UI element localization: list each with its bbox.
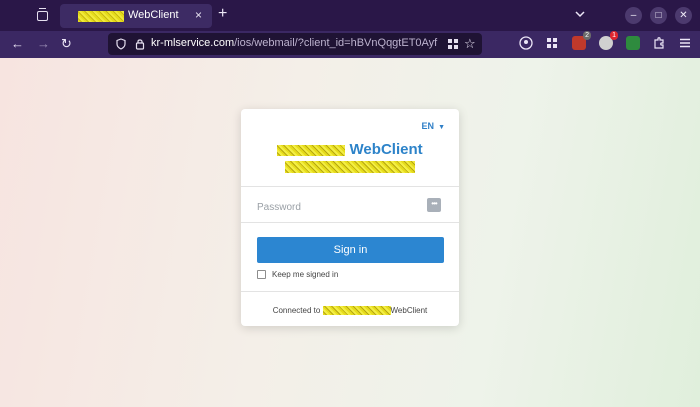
divider xyxy=(241,186,459,187)
tab-bar: WebClient × + – □ ✕ xyxy=(0,0,700,31)
url-bar[interactable]: kr-mlservice.com/ios/webmail/?client_id=… xyxy=(108,33,482,55)
divider xyxy=(241,222,459,223)
extension-badge: 2 xyxy=(583,31,591,40)
redacted-favicon xyxy=(78,11,124,22)
login-card: EN ▼ WebClient ••• Sign in Keep me signed… xyxy=(241,109,459,326)
url-path: /ios/webmail/?client_id=hBVnQqgtET0Ayf xyxy=(234,37,438,49)
sign-in-button[interactable]: Sign in xyxy=(257,237,444,263)
language-selector[interactable]: EN ▼ xyxy=(422,121,445,131)
reload-icon[interactable]: ↻ xyxy=(61,36,72,52)
shield-icon[interactable] xyxy=(116,38,126,50)
tab-title: WebClient xyxy=(128,9,179,21)
extension-badge: 1 xyxy=(610,31,618,40)
lock-icon[interactable] xyxy=(135,38,145,50)
key-icon[interactable]: ••• xyxy=(427,198,441,212)
connected-to-text: Connected to WebClient xyxy=(241,306,459,316)
account-icon[interactable] xyxy=(519,36,533,50)
puzzle-icon[interactable] xyxy=(652,36,666,50)
extension-icon-1[interactable]: 2 xyxy=(572,31,591,50)
nav-bar: ← → ↻ kr-mlservice.com/ios/webmail/?clie… xyxy=(0,31,700,58)
redacted-brand-name xyxy=(277,144,346,156)
star-icon[interactable]: ☆ xyxy=(464,36,476,52)
password-input[interactable] xyxy=(257,200,407,214)
url-text: kr-mlservice.com/ios/webmail/?client_id=… xyxy=(151,37,441,49)
keep-signed-in-option[interactable]: Keep me signed in xyxy=(257,270,338,279)
extension-icon-2[interactable]: 1 xyxy=(599,31,618,50)
url-host: kr-mlservice.com xyxy=(151,37,235,49)
menu-icon[interactable] xyxy=(678,36,692,50)
tab-list-icon[interactable] xyxy=(33,7,51,24)
active-tab[interactable]: WebClient × xyxy=(60,4,212,28)
close-icon[interactable]: × xyxy=(195,8,202,22)
keep-signed-in-checkbox[interactable] xyxy=(257,270,266,279)
connected-suffix: WebClient xyxy=(390,306,428,315)
minimize-icon[interactable]: – xyxy=(625,7,642,24)
extension-icon-3[interactable] xyxy=(626,36,640,50)
close-window-icon[interactable]: ✕ xyxy=(675,7,692,24)
grid-icon[interactable] xyxy=(448,39,458,49)
back-icon[interactable]: ← xyxy=(11,36,24,52)
forward-icon[interactable]: → xyxy=(37,36,50,52)
chevron-down-icon[interactable] xyxy=(575,9,585,19)
redacted-subtitle xyxy=(285,161,415,173)
page-content: EN ▼ WebClient ••• Sign in Keep me signed… xyxy=(0,58,700,407)
brand-suffix: WebClient xyxy=(349,141,423,158)
extensions-grid-icon[interactable] xyxy=(545,36,559,50)
chevron-down-icon: ▼ xyxy=(438,124,445,131)
keep-signed-in-label: Keep me signed in xyxy=(272,270,339,279)
language-label: EN xyxy=(421,121,435,131)
redacted-server-name xyxy=(322,306,391,316)
divider xyxy=(241,291,459,292)
maximize-icon[interactable]: □ xyxy=(650,7,667,24)
connected-prefix: Connected to xyxy=(272,306,323,315)
brand-title: WebClient xyxy=(241,141,459,158)
plus-icon[interactable]: + xyxy=(218,5,227,23)
